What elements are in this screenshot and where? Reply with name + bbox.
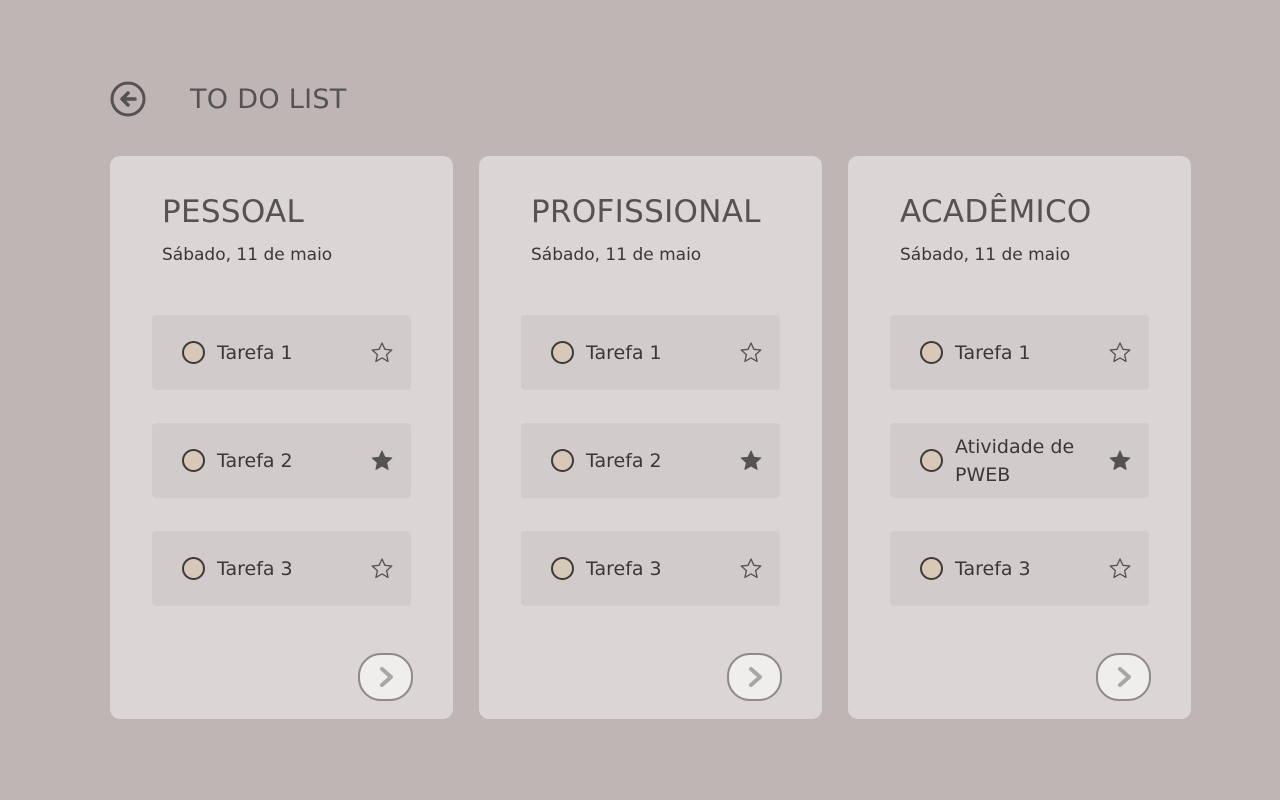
task-label: Tarefa 1 [955,341,1031,364]
list-title: ACADÊMICO [900,194,1092,230]
star-outline-icon[interactable] [738,556,764,582]
star-outline-icon[interactable] [1107,340,1133,366]
task-item[interactable]: Tarefa 1 [152,315,411,390]
star-outline-icon[interactable] [369,340,395,366]
star-outline-icon[interactable] [369,556,395,582]
task-item[interactable]: Tarefa 3 [152,531,411,606]
next-button[interactable] [1096,653,1151,701]
list-date: Sábado, 11 de maio [162,245,333,265]
task-checkbox[interactable] [920,557,943,580]
chevron-right-icon [748,667,762,687]
star-filled-icon[interactable] [369,448,395,474]
task-item[interactable]: Tarefa 3 [521,531,780,606]
task-label: Atividade de PWEB [955,435,1075,486]
list-date: Sábado, 11 de maio [531,245,702,265]
task-list: Tarefa 1 Tarefa 2 Tarefa 3 [521,315,780,606]
list-title: PESSOAL [162,194,305,230]
task-label: Tarefa 3 [586,557,662,580]
task-checkbox[interactable] [551,557,574,580]
task-checkbox[interactable] [551,449,574,472]
task-label: Tarefa 2 [586,449,662,472]
next-button[interactable] [358,653,413,701]
list-card: PROFISSIONAL Sábado, 11 de maio Tarefa 1… [479,156,822,719]
list-card: ACADÊMICO Sábado, 11 de maio Tarefa 1 At… [848,156,1191,719]
star-outline-icon[interactable] [738,340,764,366]
task-label: Tarefa 2 [217,449,293,472]
chevron-right-icon [379,667,393,687]
star-filled-icon[interactable] [1107,448,1133,474]
task-item[interactable]: Tarefa 1 [890,315,1149,390]
task-checkbox[interactable] [182,557,205,580]
task-checkbox[interactable] [920,341,943,364]
task-label: Tarefa 3 [955,557,1031,580]
task-item[interactable]: Atividade de PWEB [890,423,1149,498]
task-checkbox[interactable] [920,449,943,472]
list-title: PROFISSIONAL [531,194,761,230]
task-item[interactable]: Tarefa 3 [890,531,1149,606]
task-list: Tarefa 1 Tarefa 2 Tarefa 3 [152,315,411,606]
chevron-right-icon [1117,667,1131,687]
next-button[interactable] [727,653,782,701]
app-title: TO DO LIST [190,83,347,115]
task-checkbox[interactable] [551,341,574,364]
task-label: Tarefa 1 [586,341,662,364]
task-label: Tarefa 1 [217,341,293,364]
list-card: PESSOAL Sábado, 11 de maio Tarefa 1 Tare… [110,156,453,719]
task-checkbox[interactable] [182,449,205,472]
task-item[interactable]: Tarefa 2 [521,423,780,498]
lists-container: PESSOAL Sábado, 11 de maio Tarefa 1 Tare… [110,156,1191,719]
task-checkbox[interactable] [182,341,205,364]
header: TO DO LIST [110,81,347,117]
task-label: Tarefa 3 [217,557,293,580]
star-outline-icon[interactable] [1107,556,1133,582]
task-item[interactable]: Tarefa 2 [152,423,411,498]
list-date: Sábado, 11 de maio [900,245,1071,265]
task-list: Tarefa 1 Atividade de PWEB Tarefa 3 [890,315,1149,606]
task-item[interactable]: Tarefa 1 [521,315,780,390]
back-arrow-icon[interactable] [110,81,146,117]
star-filled-icon[interactable] [738,448,764,474]
